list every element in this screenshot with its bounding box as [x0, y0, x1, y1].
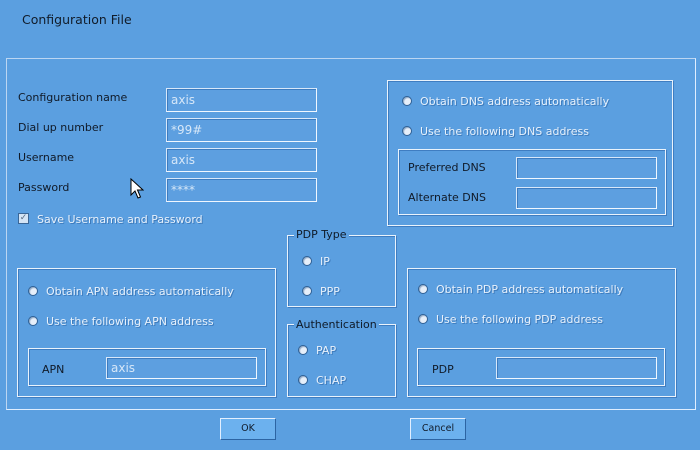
alternate-dns-label: Alternate DNS: [408, 191, 486, 204]
username-label: Username: [18, 151, 75, 164]
authentication-legend: Authentication: [294, 318, 379, 331]
dns-auto-radio[interactable]: [402, 96, 412, 106]
alternate-dns-input[interactable]: [516, 187, 657, 209]
apn-auto-radio[interactable]: [28, 286, 38, 296]
pdp-type-legend: PDP Type: [294, 228, 349, 241]
apn-auto-label: Obtain APN address automatically: [46, 285, 234, 298]
pdp-type-ppp-label: PPP: [320, 285, 340, 298]
pdp-manual-label: Use the following PDP address: [436, 313, 603, 326]
username-input[interactable]: axis: [166, 148, 317, 172]
ok-button[interactable]: OK: [220, 418, 276, 440]
pdp-manual-radio[interactable]: [418, 314, 428, 324]
apn-manual-label: Use the following APN address: [46, 315, 214, 328]
preferred-dns-input[interactable]: [516, 157, 657, 179]
apn-manual-radio[interactable]: [28, 316, 38, 326]
mouse-pointer-icon: [130, 178, 144, 199]
pdp-type-group: [287, 235, 396, 307]
apn-label: APN: [42, 363, 65, 376]
pdp-type-ip-radio[interactable]: [302, 256, 312, 266]
preferred-dns-label: Preferred DNS: [408, 161, 486, 174]
save-credentials-label: Save Username and Password: [37, 213, 203, 226]
config-name-input[interactable]: axis: [166, 88, 317, 112]
pdp-auto-label: Obtain PDP address automatically: [436, 283, 624, 296]
pdp-input[interactable]: [496, 357, 657, 379]
save-credentials-checkbox[interactable]: ✓: [18, 213, 29, 224]
checkmark-icon: ✓: [19, 213, 28, 223]
apn-input[interactable]: axis: [106, 357, 257, 379]
dns-manual-label: Use the following DNS address: [420, 125, 589, 138]
dns-manual-radio[interactable]: [402, 126, 412, 136]
window-title: Configuration File: [22, 12, 132, 27]
pdp-auto-radio[interactable]: [418, 284, 428, 294]
dial-number-input[interactable]: *99#: [166, 118, 317, 142]
dial-number-label: Dial up number: [18, 121, 104, 134]
auth-pap-radio[interactable]: [298, 345, 308, 355]
auth-chap-label: CHAP: [316, 374, 347, 387]
auth-chap-radio[interactable]: [298, 375, 308, 385]
pdp-type-ip-label: IP: [320, 255, 330, 268]
pdp-label: PDP: [432, 363, 454, 376]
auth-pap-label: PAP: [316, 344, 337, 357]
pdp-type-ppp-radio[interactable]: [302, 286, 312, 296]
config-name-label: Configuration name: [18, 91, 128, 104]
dns-auto-label: Obtain DNS address automatically: [420, 95, 610, 108]
cancel-button[interactable]: Cancel: [410, 418, 466, 440]
password-label: Password: [18, 181, 70, 194]
password-input[interactable]: ****: [166, 178, 317, 202]
